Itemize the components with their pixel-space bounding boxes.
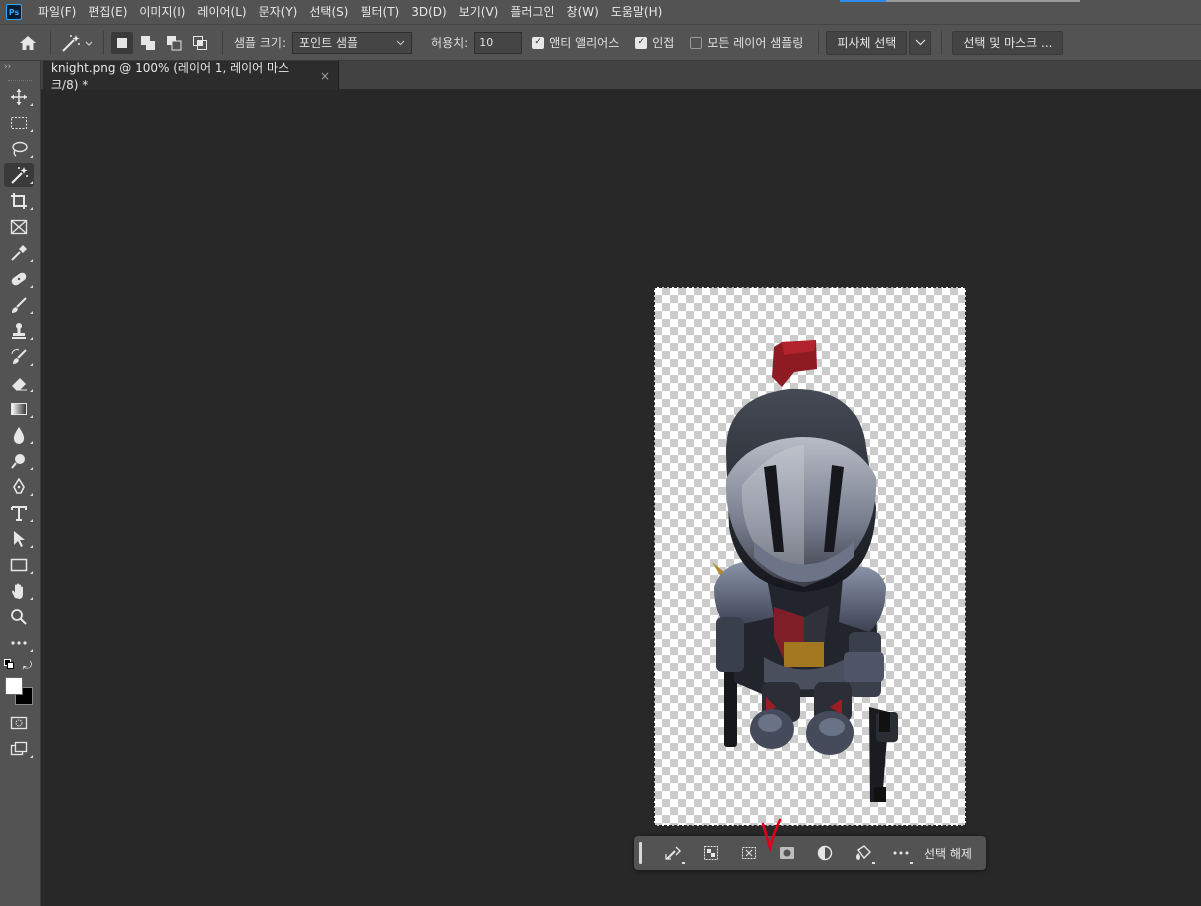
tools-panel: ›› ⤾	[0, 61, 41, 906]
sample-all-layers-label: 모든 레이어 샘플링	[707, 36, 804, 50]
chevron-down-icon	[396, 40, 405, 45]
menu-type[interactable]: 문자(Y)	[253, 0, 304, 24]
red-check-annotation: √	[761, 818, 782, 854]
path-selection-tool-icon[interactable]	[4, 527, 34, 551]
default-colors-icon[interactable]	[4, 659, 14, 669]
antialias-label: 앤티 앨리어스	[549, 36, 620, 50]
select-subject-icon[interactable]	[654, 839, 692, 867]
rectangle-tool-icon[interactable]	[4, 553, 34, 577]
adjustment-layer-icon[interactable]	[806, 839, 844, 867]
menu-3d[interactable]: 3D(D)	[405, 0, 452, 24]
brush-tool-icon[interactable]	[4, 293, 34, 317]
canvas-workspace[interactable]	[41, 91, 1201, 906]
collapse-panel-icon[interactable]: ››	[0, 61, 40, 75]
tolerance-label: 허용치:	[431, 36, 469, 50]
sample-size-select[interactable]: 포인트 샘플	[292, 31, 413, 54]
intersect-selection-icon[interactable]	[189, 32, 211, 54]
foreground-color-swatch[interactable]	[5, 677, 23, 695]
history-brush-tool-icon[interactable]	[4, 345, 34, 369]
document-tab-title: knight.png @ 100% (레이어 1, 레이어 마스크/8) *	[51, 60, 290, 92]
crop-tool-icon[interactable]	[4, 189, 34, 213]
dodge-tool-icon[interactable]	[4, 449, 34, 473]
document-canvas[interactable]	[654, 287, 966, 826]
subtract-from-selection-icon[interactable]	[163, 32, 185, 54]
transform-selection-icon[interactable]	[692, 839, 730, 867]
antialias-check-icon: ✓	[532, 36, 545, 49]
select-subject-button[interactable]: 피사체 선택	[826, 30, 908, 55]
new-selection-icon[interactable]	[111, 31, 133, 54]
sample-size-value: 포인트 샘플	[299, 36, 359, 50]
screen-mode-icon[interactable]	[4, 737, 34, 761]
photoshop-logo-icon: Ps	[6, 4, 22, 20]
fill-selection-icon[interactable]	[844, 839, 882, 867]
deselect-button[interactable]: 선택 해제	[924, 845, 972, 862]
magic-wand-tool-icon[interactable]	[4, 163, 34, 187]
contiguous-label: 인접	[652, 36, 675, 50]
menu-edit[interactable]: 편집(E)	[82, 0, 133, 24]
title-bar-accent	[840, 0, 1080, 2]
menu-layer[interactable]: 레이어(L)	[191, 0, 252, 24]
blur-tool-icon[interactable]	[4, 423, 34, 447]
sample-all-layers-box	[690, 36, 703, 49]
eyedropper-tool-icon[interactable]	[4, 241, 34, 265]
frame-tool-icon[interactable]	[4, 215, 34, 239]
knight-image	[712, 340, 898, 802]
menu-window[interactable]: 창(W)	[561, 0, 605, 24]
options-bar: 샘플 크기: 포인트 샘플 허용치: ✓ 앤티 앨리어스 ✓ 인접 모든 레이어…	[0, 24, 1201, 61]
move-tool-icon[interactable]	[4, 85, 34, 109]
menu-file[interactable]: 파일(F)	[32, 0, 82, 24]
close-icon[interactable]: ×	[320, 69, 330, 83]
tool-preset-picker[interactable]	[58, 31, 96, 55]
menu-filter[interactable]: 필터(T)	[354, 0, 405, 24]
eraser-tool-icon[interactable]	[4, 371, 34, 395]
healing-brush-tool-icon[interactable]	[4, 267, 34, 291]
document-tab-bar: knight.png @ 100% (레이어 1, 레이어 마스크/8) * ×	[41, 60, 1201, 92]
contextual-task-bar: 선택 해제	[634, 836, 986, 870]
contiguous-check-icon: ✓	[635, 36, 648, 49]
lasso-tool-icon[interactable]	[4, 137, 34, 161]
panel-grip[interactable]	[8, 75, 32, 81]
more-options-icon[interactable]	[882, 839, 920, 867]
select-and-mask-button[interactable]: 선택 및 마스크 ...	[952, 30, 1064, 55]
color-swatches: ⤾	[0, 657, 40, 709]
gradient-tool-icon[interactable]	[4, 397, 34, 421]
clone-stamp-tool-icon[interactable]	[4, 319, 34, 343]
chevron-down-icon	[915, 39, 926, 46]
marquee-tool-icon[interactable]	[4, 111, 34, 135]
quick-mask-icon[interactable]	[4, 711, 34, 735]
task-bar-drag-handle[interactable]	[639, 842, 642, 864]
contiguous-checkbox[interactable]: ✓ 인접	[635, 34, 674, 51]
menu-select[interactable]: 선택(S)	[303, 0, 354, 24]
menu-plugins[interactable]: 플러그인	[504, 0, 560, 24]
menu-image[interactable]: 이미지(I)	[133, 0, 191, 24]
more-tools-icon[interactable]	[4, 631, 34, 655]
photoshop-window: Ps 파일(F) 편집(E) 이미지(I) 레이어(L) 문자(Y) 선택(S)…	[0, 0, 1201, 906]
menu-view[interactable]: 보기(V)	[453, 0, 505, 24]
type-tool-icon[interactable]	[4, 501, 34, 525]
document-tab[interactable]: knight.png @ 100% (레이어 1, 레이어 마스크/8) * ×	[43, 60, 339, 92]
select-subject-dropdown[interactable]	[909, 30, 932, 55]
menu-help[interactable]: 도움말(H)	[605, 0, 669, 24]
antialias-checkbox[interactable]: ✓ 앤티 앨리어스	[532, 34, 619, 51]
swap-colors-icon[interactable]: ⤾	[23, 659, 32, 673]
pen-tool-icon[interactable]	[4, 475, 34, 499]
zoom-tool-icon[interactable]	[4, 605, 34, 629]
add-to-selection-icon[interactable]	[137, 32, 159, 54]
menu-bar: Ps 파일(F) 편집(E) 이미지(I) 레이어(L) 문자(Y) 선택(S)…	[0, 0, 1201, 24]
tolerance-input[interactable]	[474, 31, 523, 54]
sample-size-label: 샘플 크기:	[234, 36, 287, 50]
sample-all-layers-checkbox[interactable]: 모든 레이어 샘플링	[690, 34, 803, 51]
home-icon[interactable]	[16, 31, 40, 55]
hand-tool-icon[interactable]	[4, 579, 34, 603]
